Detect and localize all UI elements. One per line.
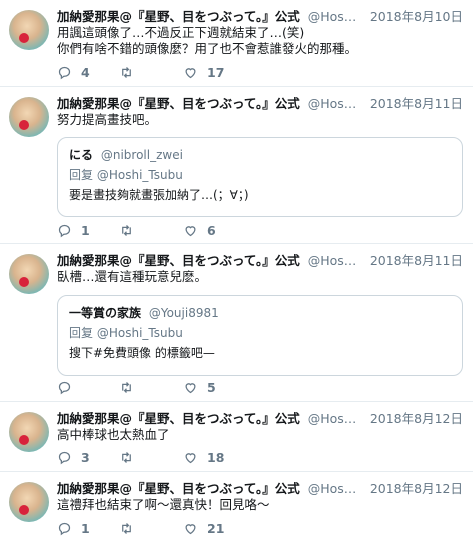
heart-icon bbox=[185, 226, 196, 237]
tweet-date[interactable]: 2018年8月11日 bbox=[370, 253, 463, 269]
tweet-5[interactable]: 加納愛那果@『星野、目をつぶって。』公式 @Hos… 2018年8月12日 這禮… bbox=[0, 472, 473, 543]
author-name[interactable]: 加納愛那果@『星野、目をつぶって。』公式 bbox=[57, 96, 300, 111]
tweet-text: 高中棒球也太熱血了 bbox=[57, 427, 170, 442]
tweet-text: 用諷這頭像了…不過反正下週就結束了…(笑) 你們有啥不錯的頭像麼？用了也不會惹誰… bbox=[57, 25, 358, 56]
avatar[interactable] bbox=[9, 482, 49, 522]
reply-icon bbox=[58, 451, 71, 465]
quoted-tweet[interactable]: 一等賞の家族 @Youji8981 回复 @Hoshi_Tsubu 搜下#免費頭… bbox=[57, 295, 463, 376]
retweet-button[interactable] bbox=[119, 223, 143, 238]
author-handle[interactable]: @Hos… bbox=[308, 96, 357, 111]
tweet-date[interactable]: 2018年8月12日 bbox=[370, 411, 463, 427]
retweet-button[interactable] bbox=[119, 521, 143, 536]
like-count: 18 bbox=[207, 450, 225, 465]
retweet-button[interactable] bbox=[119, 380, 143, 395]
retweet-button[interactable] bbox=[119, 65, 143, 80]
tweet-date[interactable]: 2018年8月10日 bbox=[370, 9, 463, 25]
author-handle[interactable]: @Hos… bbox=[308, 253, 357, 268]
avatar[interactable] bbox=[9, 10, 49, 50]
author-name[interactable]: 加納愛那果@『星野、目をつぶって。』公式 bbox=[57, 253, 300, 268]
reply-button[interactable]: 4 bbox=[57, 65, 90, 80]
reply-button[interactable] bbox=[57, 380, 81, 395]
quoted-author-name: にる bbox=[69, 148, 94, 162]
quoted-text: 搜下#免費頭像 的標籤吧— bbox=[69, 346, 215, 360]
quoted-author-handle: @Youji8981 bbox=[148, 306, 219, 320]
tweet-1[interactable]: 加納愛那果@『星野、目をつぶって。』公式 @Hos… 2018年8月10日 用諷… bbox=[0, 0, 473, 87]
retweet-icon bbox=[122, 225, 131, 236]
quoted-author-handle: @nibroll_zwei bbox=[100, 148, 183, 162]
retweet-button[interactable] bbox=[119, 450, 143, 465]
reply-count: 4 bbox=[81, 65, 90, 80]
reply-icon bbox=[58, 522, 71, 536]
like-button[interactable]: 21 bbox=[183, 521, 224, 536]
reply-button[interactable]: 1 bbox=[57, 223, 90, 238]
like-count: 6 bbox=[207, 223, 216, 238]
reply-to-line: 回复 @Hoshi_Tsubu bbox=[69, 165, 451, 185]
heart-icon bbox=[185, 383, 196, 394]
reply-icon bbox=[58, 224, 71, 238]
like-button[interactable]: 6 bbox=[183, 223, 216, 238]
avatar[interactable] bbox=[9, 412, 49, 452]
reply-button[interactable]: 1 bbox=[57, 521, 90, 536]
heart-icon bbox=[185, 524, 196, 535]
tweet-3[interactable]: 加納愛那果@『星野、目をつぶって。』公式 @Hos… 2018年8月11日 臥槽… bbox=[0, 244, 473, 402]
tweet-text: 努力提高畫技吧。 bbox=[57, 112, 158, 127]
retweet-icon bbox=[122, 67, 131, 78]
avatar[interactable] bbox=[9, 97, 49, 137]
tweet-date[interactable]: 2018年8月11日 bbox=[370, 96, 463, 112]
reply-button[interactable]: 3 bbox=[57, 450, 90, 465]
reply-count: 1 bbox=[81, 521, 90, 536]
author-handle[interactable]: @Hos… bbox=[308, 411, 357, 426]
heart-icon bbox=[185, 68, 196, 79]
retweet-icon bbox=[122, 523, 131, 534]
like-button[interactable]: 18 bbox=[183, 450, 224, 465]
tweet-date[interactable]: 2018年8月12日 bbox=[370, 481, 463, 497]
tweet-2[interactable]: 加納愛那果@『星野、目をつぶって。』公式 @Hos… 2018年8月11日 努力… bbox=[0, 87, 473, 244]
like-button[interactable]: 5 bbox=[183, 380, 216, 395]
reply-prefix: 回复 bbox=[69, 326, 94, 340]
reply-icon bbox=[58, 66, 71, 80]
like-count: 17 bbox=[207, 65, 225, 80]
author-handle[interactable]: @Hos… bbox=[308, 481, 357, 496]
quoted-tweet[interactable]: にる @nibroll_zwei 回复 @Hoshi_Tsubu 要是畫技夠就畫… bbox=[57, 137, 463, 217]
author-handle[interactable]: @Hos… bbox=[308, 9, 357, 24]
like-count: 21 bbox=[207, 521, 225, 536]
tweet-text: 臥槽…還有這種玩意兒麽。 bbox=[57, 269, 208, 284]
reply-to-line: 回复 @Hoshi_Tsubu bbox=[69, 323, 451, 343]
author-name[interactable]: 加納愛那果@『星野、目をつぶって。』公式 bbox=[57, 9, 300, 24]
like-button[interactable]: 17 bbox=[183, 65, 224, 80]
reply-to-handle[interactable]: @Hoshi_Tsubu bbox=[97, 168, 183, 182]
tweet-4[interactable]: 加納愛那果@『星野、目をつぶって。』公式 @Hos… 2018年8月12日 高中… bbox=[0, 402, 473, 472]
retweet-icon bbox=[122, 382, 131, 393]
reply-count: 3 bbox=[81, 450, 90, 465]
tweet-text: 這禮拜也結束了啊〜還真快！回見咯〜 bbox=[57, 497, 270, 512]
avatar[interactable] bbox=[9, 254, 49, 294]
retweet-icon bbox=[122, 452, 131, 463]
reply-icon bbox=[58, 381, 71, 395]
quoted-text: 要是畫技夠就畫張加納了…(；∀；) bbox=[69, 188, 249, 202]
quoted-author-name: 一等賞の家族 bbox=[69, 306, 142, 320]
reply-prefix: 回复 bbox=[69, 168, 94, 182]
author-name[interactable]: 加納愛那果@『星野、目をつぶって。』公式 bbox=[57, 411, 300, 426]
author-name[interactable]: 加納愛那果@『星野、目をつぶって。』公式 bbox=[57, 481, 300, 496]
reply-count: 1 bbox=[81, 223, 90, 238]
reply-to-handle[interactable]: @Hoshi_Tsubu bbox=[97, 326, 183, 340]
heart-icon bbox=[185, 453, 196, 464]
like-count: 5 bbox=[207, 380, 216, 395]
